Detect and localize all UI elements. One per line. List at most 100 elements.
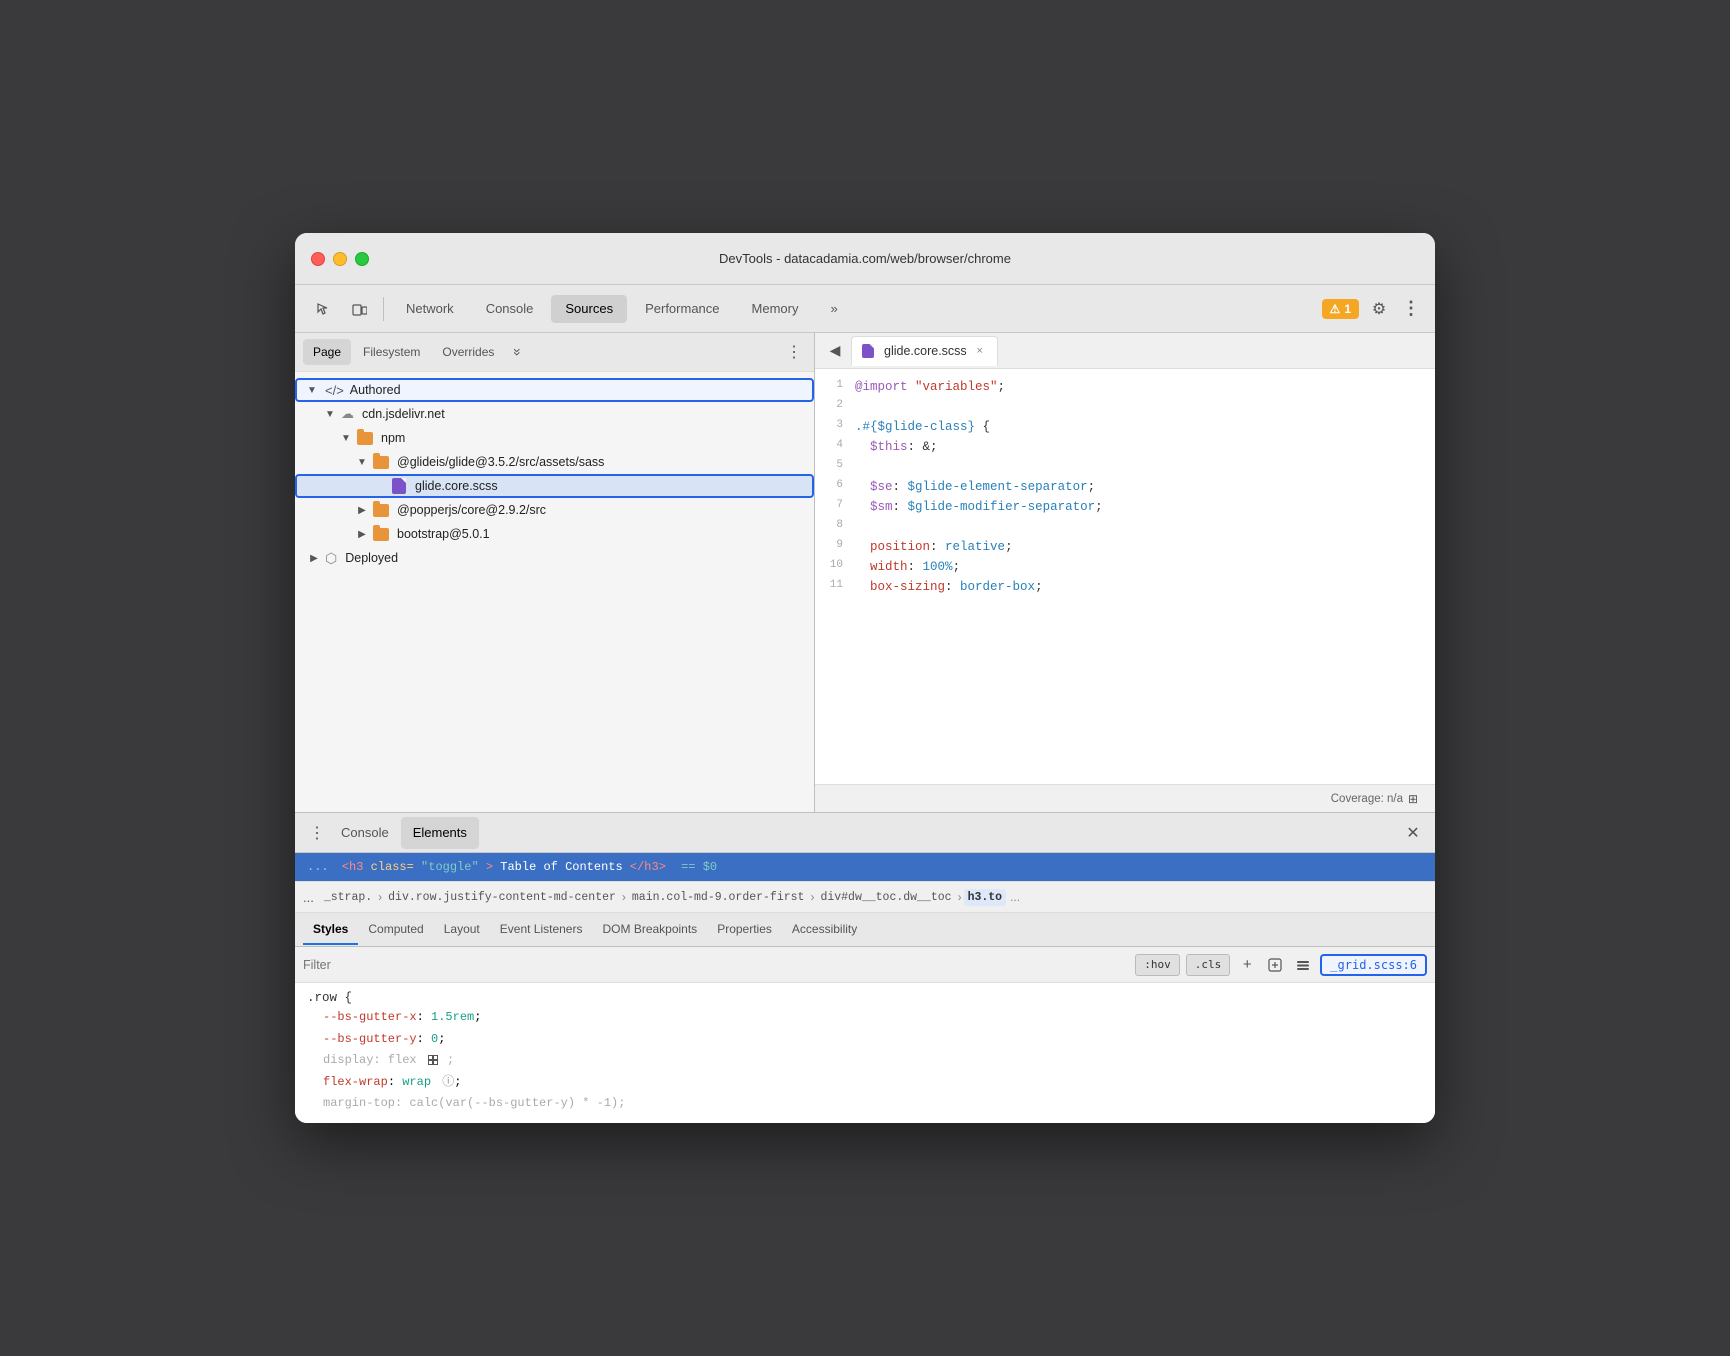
filter-input[interactable]	[303, 958, 1129, 972]
dom-tag-close-open: >	[486, 860, 493, 874]
styles-tab-layout[interactable]: Layout	[434, 915, 490, 945]
filter-cls-button[interactable]: .cls	[1186, 954, 1231, 976]
coverage-label: Coverage: n/a	[1331, 793, 1403, 805]
tab-network[interactable]: Network	[392, 295, 468, 323]
bottom-close-button[interactable]: ✕	[1401, 821, 1425, 845]
styles-tab-bar: Styles Computed Layout Event Listeners D…	[295, 913, 1435, 947]
npm-label: npm	[381, 431, 405, 445]
bc-div-row[interactable]: div.row.justify-content-md-center	[384, 889, 620, 906]
dom-closing-tag: </h3>	[630, 860, 666, 874]
filter-add-button[interactable]: +	[1236, 954, 1258, 976]
styles-tab-dom-breakpoints[interactable]: DOM Breakpoints	[592, 915, 707, 945]
sidebar-tab-bar: Page Filesystem Overrides » ⋮	[295, 333, 814, 372]
toolbar-more-tabs[interactable]: »	[816, 295, 851, 323]
css-prop-margin-top: margin-top: calc(var(--bs-gutter-y) * -1…	[323, 1093, 1423, 1115]
tab-console[interactable]: Console	[472, 295, 548, 323]
tab-elements-bottom[interactable]: Elements	[401, 817, 479, 849]
css-selector: .row {	[307, 991, 1423, 1005]
dom-selected-element: ... <h3 class= "toggle" > Table of Conte…	[295, 853, 1435, 881]
npm-arrow	[339, 431, 353, 445]
sidebar-context-menu[interactable]: ⋮	[782, 340, 806, 364]
maximize-button[interactable]	[355, 252, 369, 266]
breadcrumb-more: ...	[303, 890, 314, 905]
glide-folder-label: @glideis/glide@3.5.2/src/assets/sass	[397, 455, 604, 469]
tree-cdn[interactable]: ☁ cdn.jsdelivr.net	[295, 402, 814, 426]
sidebar-more-tabs[interactable]: »	[506, 340, 530, 364]
devtools-window: DevTools - datacadamia.com/web/browser/c…	[295, 233, 1435, 1123]
sidebar-tab-page[interactable]: Page	[303, 339, 351, 365]
authored-arrow	[305, 383, 319, 397]
css-prop-gutter-x: --bs-gutter-x: 1.5rem;	[323, 1007, 1423, 1029]
bottom-more-button[interactable]: ⋮	[305, 821, 329, 845]
filter-hov-button[interactable]: :hov	[1135, 954, 1180, 976]
tree-popper[interactable]: @popperjs/core@2.9.2/src	[295, 498, 814, 522]
css-prop-flexwrap: flex-wrap: wrap ⓘ;	[323, 1072, 1423, 1094]
filter-toggle-button[interactable]	[1292, 954, 1314, 976]
tree-npm[interactable]: npm	[295, 426, 814, 450]
code-line-4: 4 $this: &;	[815, 437, 1435, 457]
glide-folder-icon	[373, 454, 389, 470]
dom-attr-name: class=	[371, 860, 414, 874]
traffic-lights	[311, 252, 369, 266]
styles-tab-properties[interactable]: Properties	[707, 915, 782, 945]
code-line-5: 5	[815, 457, 1435, 477]
editor-back-button[interactable]: ◀	[823, 339, 847, 363]
bc-main[interactable]: main.col-md-9.order-first	[628, 889, 809, 906]
bottom-panel: ⋮ Console Elements ✕ ... <h3 class= "tog…	[295, 813, 1435, 1123]
window-title: DevTools - datacadamia.com/web/browser/c…	[719, 251, 1011, 266]
editor-active-tab[interactable]: glide.core.scss ×	[851, 336, 998, 366]
close-button[interactable]	[311, 252, 325, 266]
bootstrap-arrow	[355, 527, 369, 541]
scss-file-icon	[391, 478, 407, 494]
cdn-arrow	[323, 407, 337, 421]
deployed-label: Deployed	[345, 551, 398, 565]
code-line-7: 7 $sm: $glide-modifier-separator;	[815, 497, 1435, 517]
code-line-10: 10 width: 100%;	[815, 557, 1435, 577]
tree-scss-file[interactable]: glide.core.scss	[295, 474, 814, 498]
minimize-button[interactable]	[333, 252, 347, 266]
coverage-expand-button[interactable]: ⊞	[1403, 789, 1423, 809]
tab-sources[interactable]: Sources	[551, 295, 627, 323]
bc-strap[interactable]: _strap.	[320, 889, 376, 906]
code-line-8: 8	[815, 517, 1435, 537]
sidebar-tab-filesystem[interactable]: Filesystem	[353, 339, 430, 365]
styles-tab-accessibility[interactable]: Accessibility	[782, 915, 867, 945]
tree-deployed[interactable]: ⬡ Deployed	[295, 546, 814, 570]
deploy-icon: ⬡	[325, 550, 337, 567]
inspect-element-button[interactable]	[307, 295, 339, 323]
tab-console-bottom[interactable]: Console	[329, 817, 401, 849]
tab-performance[interactable]: Performance	[631, 295, 733, 323]
popper-arrow	[355, 503, 369, 517]
popper-label: @popperjs/core@2.9.2/src	[397, 503, 546, 517]
settings-button[interactable]: ⚙	[1363, 295, 1395, 323]
tab-memory[interactable]: Memory	[738, 295, 813, 323]
tree-glide-folder[interactable]: @glideis/glide@3.5.2/src/assets/sass	[295, 450, 814, 474]
editor-footer: Coverage: n/a ⊞	[815, 784, 1435, 812]
filter-inspect-button[interactable]	[1264, 954, 1286, 976]
code-line-2: 2	[815, 397, 1435, 417]
deployed-arrow	[307, 551, 321, 565]
bc-h3[interactable]: h3.to	[964, 889, 1007, 906]
styles-tab-event-listeners[interactable]: Event Listeners	[490, 915, 593, 945]
styles-tab-styles[interactable]: Styles	[303, 915, 358, 945]
styles-tab-computed[interactable]: Computed	[358, 915, 433, 945]
dom-breadcrumb: ... _strap. › div.row.justify-content-md…	[295, 881, 1435, 913]
more-tools-button[interactable]: ⋮	[1399, 295, 1423, 323]
code-tag-icon: </>	[325, 383, 344, 398]
styles-content: .row { --bs-gutter-x: 1.5rem; --bs-gutte…	[295, 983, 1435, 1123]
tree-bootstrap[interactable]: bootstrap@5.0.1	[295, 522, 814, 546]
code-content: 1 @import "variables"; 2 3 .#{$glide-cla…	[815, 369, 1435, 784]
device-toolbar-button[interactable]	[343, 295, 375, 323]
bc-div-toc[interactable]: div#dw__toc.dw__toc	[816, 889, 955, 906]
file-sidebar: Page Filesystem Overrides » ⋮ </> Author…	[295, 333, 815, 812]
scss-file-link[interactable]: _grid.scss:6	[1320, 954, 1427, 976]
tree-authored[interactable]: </> Authored	[295, 378, 814, 402]
css-prop-gutter-y: --bs-gutter-y: 0;	[323, 1029, 1423, 1051]
dom-ellipsis: ...	[307, 860, 329, 874]
sidebar-tab-overrides[interactable]: Overrides	[432, 339, 504, 365]
bootstrap-folder-icon	[373, 526, 389, 542]
editor-tab-close[interactable]: ×	[973, 344, 987, 358]
dom-text-content: Table of Contents	[500, 860, 622, 874]
styles-filter-bar: :hov .cls + _grid.	[295, 947, 1435, 983]
tab-file-icon	[862, 344, 874, 358]
